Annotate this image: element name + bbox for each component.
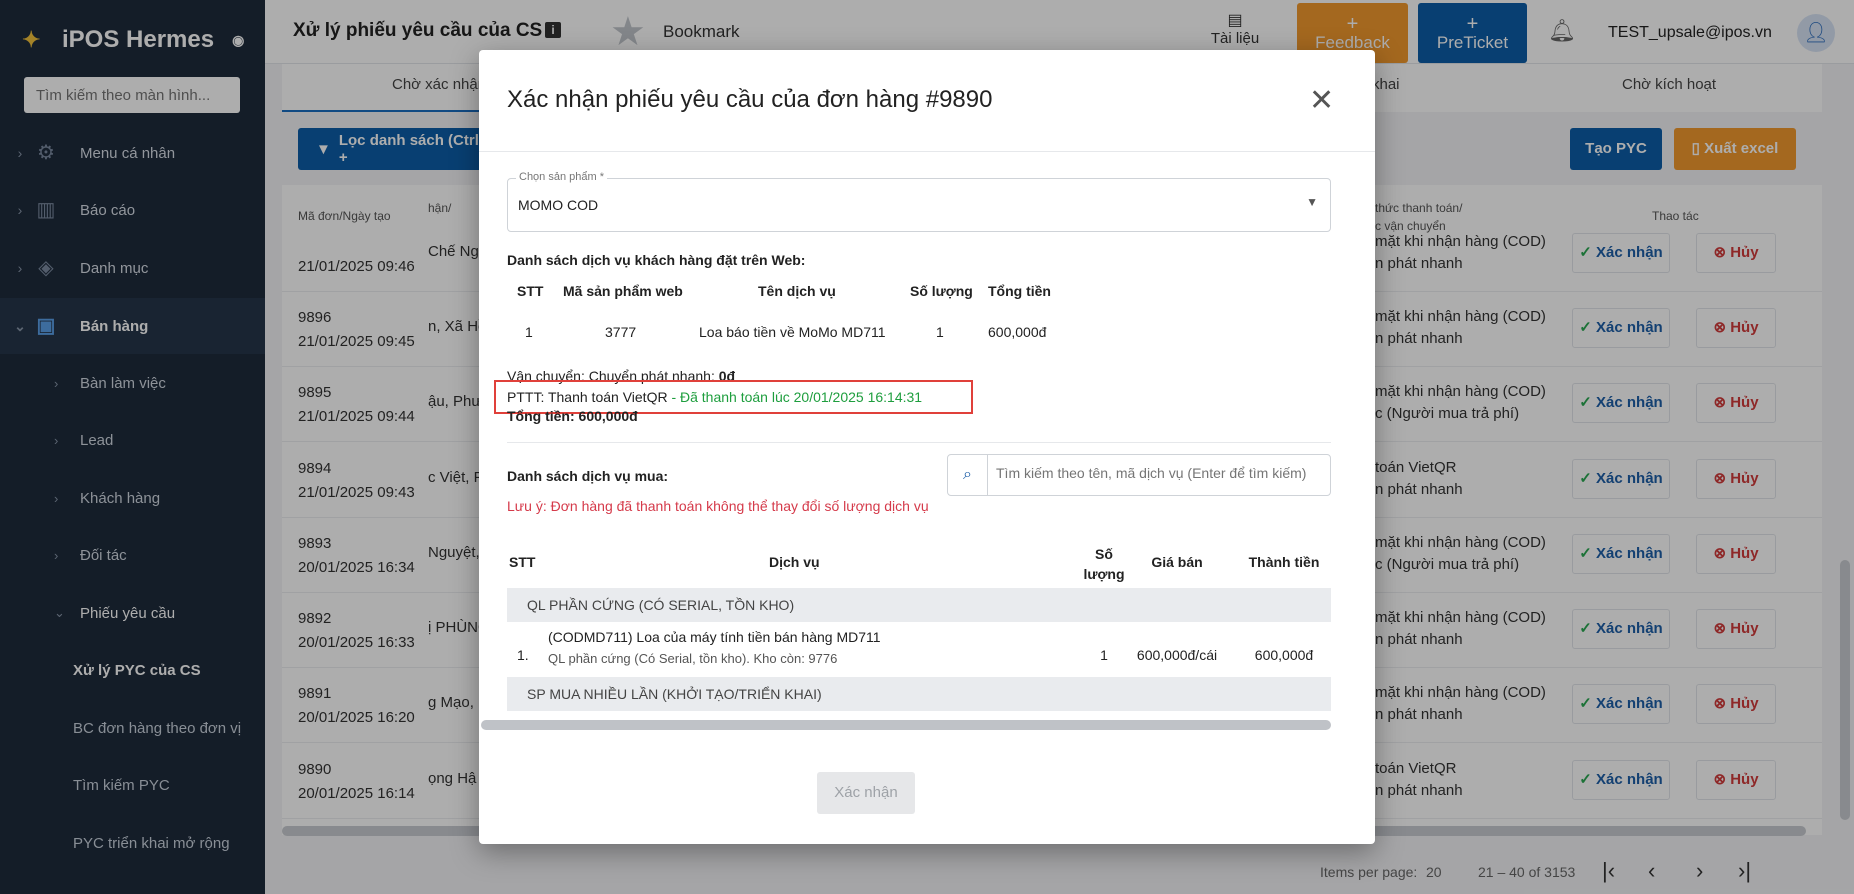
group-row-multi-purchase: SP MUA NHIỀU LẦN (KHỞI TẠO/TRIỂN KHAI) bbox=[507, 677, 1331, 711]
svc-cell-stt: 1. bbox=[517, 647, 529, 663]
paid-order-note: Lưu ý: Đơn hàng đã thanh toán không thể … bbox=[507, 498, 929, 514]
payment-method: PTTT: Thanh toán VietQR bbox=[507, 389, 668, 405]
svc-cell-detail: QL phần cứng (Có Serial, tồn kho). Kho c… bbox=[548, 651, 838, 666]
dialog-title: Xác nhận phiếu yêu cầu của đơn hàng #989… bbox=[507, 86, 993, 113]
payment-line: PTTT: Thanh toán VietQR - Đã thanh toán … bbox=[507, 389, 922, 405]
product-select-value: MOMO COD bbox=[518, 197, 599, 213]
product-select-label: Chọn sản phẩm * bbox=[516, 171, 607, 183]
web-col-qty: Số lượng bbox=[910, 283, 973, 299]
total-label: Tổng tiền: bbox=[507, 408, 575, 424]
close-icon[interactable]: ✕ bbox=[1309, 86, 1334, 116]
service-search[interactable]: ⌕ bbox=[947, 454, 1331, 496]
web-col-name: Tên dịch vụ bbox=[758, 283, 836, 299]
svc-col-amount: Thành tiền bbox=[1248, 554, 1320, 570]
web-cell-total: 600,000đ bbox=[988, 324, 1047, 340]
svc-col-price: Giá bán bbox=[1151, 554, 1203, 570]
search-icon[interactable]: ⌕ bbox=[948, 455, 988, 495]
web-col-stt: STT bbox=[517, 283, 544, 299]
confirm-request-dialog: Xác nhận phiếu yêu cầu của đơn hàng #989… bbox=[479, 50, 1375, 844]
dialog-divider bbox=[479, 151, 1375, 152]
svc-col-service: Dịch vụ bbox=[769, 554, 820, 570]
web-cell-stt: 1 bbox=[525, 324, 533, 340]
svc-cell-price: 600,000đ/cái bbox=[1136, 647, 1218, 663]
total-line: Tổng tiền: 600,000đ bbox=[507, 408, 638, 424]
web-col-code: Mã sản phẩm web bbox=[563, 283, 683, 299]
confirm-button[interactable]: Xác nhận bbox=[817, 772, 915, 814]
payment-status: - Đã thanh toán lúc 20/01/2025 16:14:31 bbox=[667, 389, 923, 405]
total-value: 600,000đ bbox=[578, 408, 638, 424]
svc-col-qty-2: lượng bbox=[1083, 566, 1125, 582]
svc-col-qty-1: Số bbox=[1095, 546, 1113, 562]
group-row-hardware: QL PHẦN CỨNG (CÓ SERIAL, TỒN KHO) bbox=[507, 588, 1331, 622]
web-col-total: Tổng tiền bbox=[988, 283, 1051, 299]
buy-list-title: Danh sách dịch vụ mua: bbox=[507, 468, 669, 484]
dialog-horizontal-scrollbar[interactable] bbox=[481, 720, 1331, 730]
svc-col-stt: STT bbox=[509, 554, 536, 570]
svc-cell-name: (CODMD711) Loa của máy tính tiền bán hàn… bbox=[548, 629, 881, 645]
web-cell-name: Loa báo tiền về MoMo MD711 bbox=[699, 324, 886, 340]
web-cell-qty: 1 bbox=[936, 324, 944, 340]
web-list-title: Danh sách dịch vụ khách hàng đặt trên We… bbox=[507, 252, 806, 268]
caret-down-icon: ▼ bbox=[1306, 195, 1318, 209]
product-select[interactable]: Chọn sản phẩm * MOMO COD ▼ bbox=[507, 171, 1331, 232]
web-cell-code: 3777 bbox=[605, 324, 637, 340]
service-search-input[interactable] bbox=[996, 465, 1326, 481]
svc-cell-amount: 600,000đ bbox=[1254, 647, 1314, 663]
section-divider bbox=[507, 442, 1331, 443]
